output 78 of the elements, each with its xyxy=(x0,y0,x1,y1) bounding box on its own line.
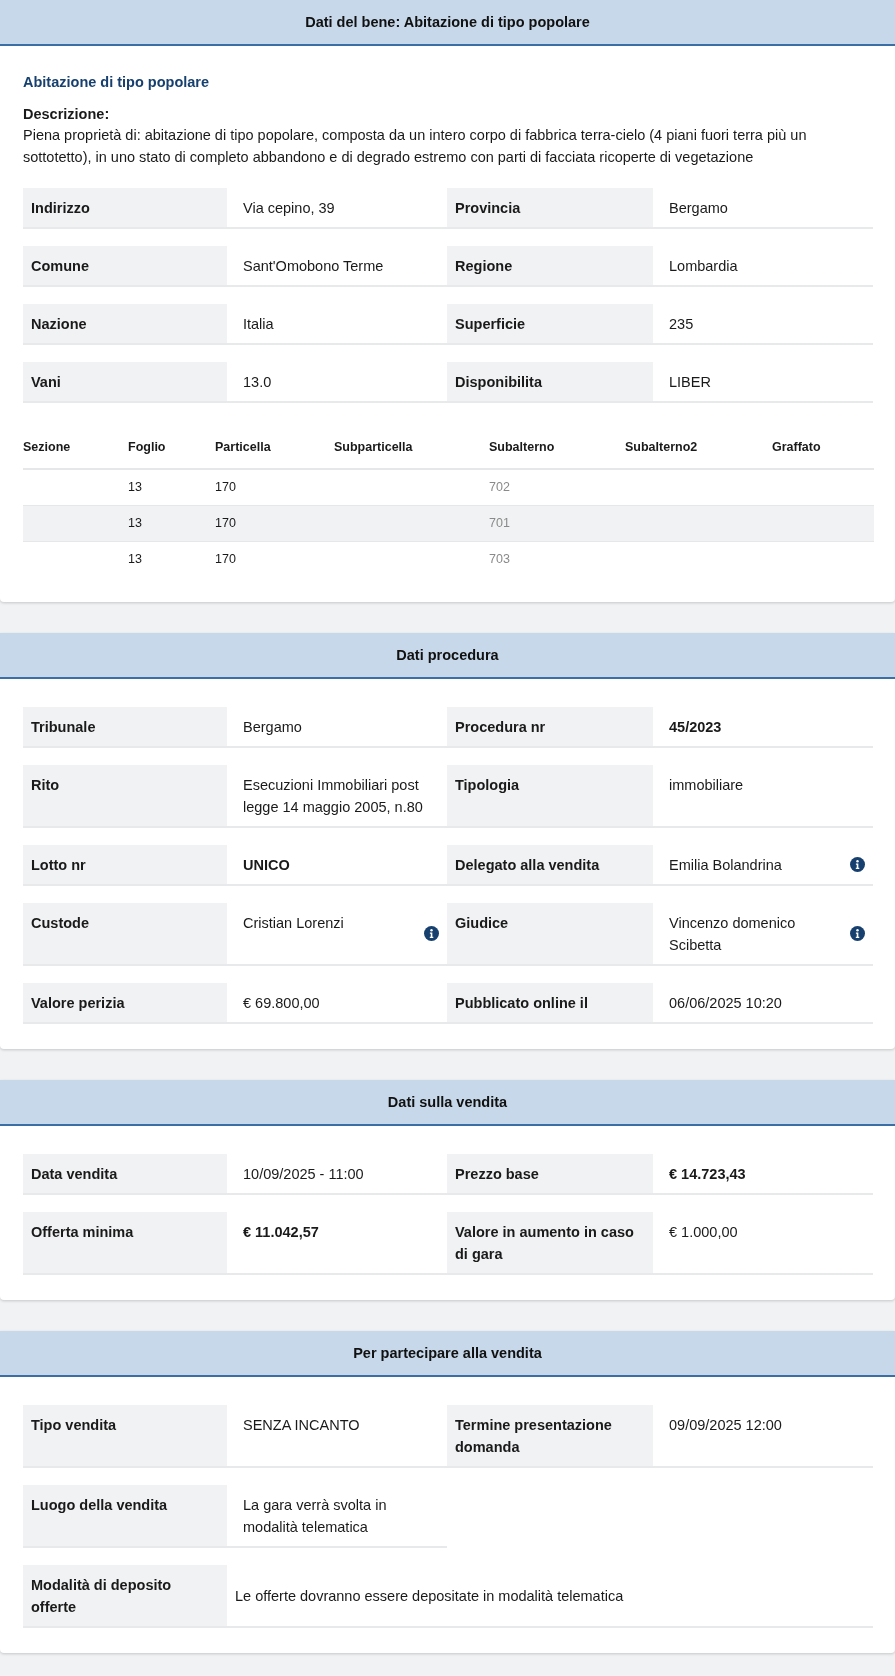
field-value: Cristian Lorenzi xyxy=(243,914,344,933)
field-value: Emilia Bolandrina xyxy=(669,856,782,875)
field-value: 13.0 xyxy=(243,373,272,392)
field-label: Offerta minima xyxy=(23,1212,227,1275)
field-value: € 11.042,57 xyxy=(243,1223,319,1242)
field-value: SENZA INCANTO xyxy=(243,1416,360,1435)
section-header: Dati del bene: Abitazione di tipo popolare xyxy=(0,0,895,46)
field-label: Delegato alla vendita xyxy=(447,845,653,886)
field-value: Bergamo xyxy=(243,718,302,737)
field-label: Lotto nr xyxy=(23,845,227,886)
table-cell: 701 xyxy=(489,516,510,530)
field-label: Procedura nr xyxy=(447,707,653,748)
field-value: La gara verrà svolta in modalità telematica xyxy=(243,1496,388,1537)
field-label: Nazione xyxy=(23,304,227,345)
section-header: Per partecipare alla vendita xyxy=(0,1331,895,1377)
column-header: Subalterno xyxy=(489,439,556,456)
field-label: Valore perizia xyxy=(23,983,227,1024)
table-cell: 703 xyxy=(489,552,510,566)
field-label: Custode xyxy=(23,903,227,966)
field-value: Esecuzioni Immobiliari post legge 14 maggio 2005, n.80 xyxy=(243,776,424,817)
field-value: 235 xyxy=(669,315,694,334)
field-value: Bergamo xyxy=(669,199,728,218)
description-label: Descrizione: xyxy=(23,106,111,122)
item-title: Abitazione di tipo popolare xyxy=(23,74,211,90)
field-value: 06/06/2025 10:20 xyxy=(669,994,782,1013)
field-label: Tipo vendita xyxy=(23,1405,227,1468)
field-label: Vani xyxy=(23,362,227,403)
table-cell: 170 xyxy=(215,516,236,530)
field-value: € 1.000,00 xyxy=(669,1223,738,1242)
info-icon[interactable] xyxy=(850,925,865,941)
info-icon[interactable] xyxy=(850,856,865,872)
table-cell: 13 xyxy=(128,552,142,566)
column-header: Foglio xyxy=(128,439,167,456)
table-cell: 13 xyxy=(128,516,142,530)
field-value: Italia xyxy=(243,315,274,334)
field-label: Prezzo base xyxy=(447,1154,653,1195)
section-header: Dati sulla vendita xyxy=(0,1080,895,1126)
field-value: Sant'Omobono Terme xyxy=(243,257,384,276)
field-label: Superficie xyxy=(447,304,653,345)
field-value: immobiliare xyxy=(669,776,744,795)
description-text: Piena proprietà di: abitazione di tipo popolare, composta da un intero corpo di fabbrica terra-cielo (4 piani fuori terra più un sottotetto), in uno stato di completo abbandono e di degrado estremo con parti di facciata ricoperte di vegetazione xyxy=(23,126,808,167)
field-label: Luogo della vendita xyxy=(23,1485,227,1548)
field-value: LIBER xyxy=(669,373,711,392)
field-value: € 14.723,43 xyxy=(669,1165,746,1184)
field-label: Tipologia xyxy=(447,765,653,828)
field-value: 09/09/2025 12:00 xyxy=(669,1416,782,1435)
table-cell: 702 xyxy=(489,480,510,494)
field-label: Regione xyxy=(447,246,653,287)
column-header: Subparticella xyxy=(334,439,414,456)
column-header: Graffato xyxy=(772,439,822,456)
field-label: Modalità di deposito offerte xyxy=(23,1565,227,1628)
field-value: Le offerte dovranno essere depositate in modalità telematica xyxy=(235,1587,624,1606)
column-header: Particella xyxy=(215,439,272,456)
info-icon[interactable] xyxy=(424,925,439,941)
field-value: UNICO xyxy=(243,856,290,875)
field-value: Vincenzo domenico Scibetta xyxy=(669,914,797,955)
column-header: Subalterno2 xyxy=(625,439,699,456)
field-label: Valore in aumento in caso di gara xyxy=(447,1212,653,1275)
field-label: Tribunale xyxy=(23,707,227,748)
field-label: Rito xyxy=(23,765,227,828)
field-value: € 69.800,00 xyxy=(243,994,320,1013)
section-header: Dati procedura xyxy=(0,633,895,679)
field-label: Pubblicato online il xyxy=(447,983,653,1024)
field-label: Indirizzo xyxy=(23,188,227,229)
table-cell: 170 xyxy=(215,480,236,494)
field-value: 45/2023 xyxy=(669,718,722,737)
table-cell: 13 xyxy=(128,480,142,494)
field-label: Disponibilita xyxy=(447,362,653,403)
field-value: Lombardia xyxy=(669,257,738,276)
column-header: Sezione xyxy=(23,439,72,456)
field-label: Comune xyxy=(23,246,227,287)
field-value: 10/09/2025 - 11:00 xyxy=(243,1165,364,1184)
field-label: Data vendita xyxy=(23,1154,227,1195)
field-label: Provincia xyxy=(447,188,653,229)
table-cell: 170 xyxy=(215,552,236,566)
field-label: Termine presentazione domanda xyxy=(447,1405,653,1468)
field-label: Giudice xyxy=(447,903,653,966)
field-value: Via cepino, 39 xyxy=(243,199,335,218)
